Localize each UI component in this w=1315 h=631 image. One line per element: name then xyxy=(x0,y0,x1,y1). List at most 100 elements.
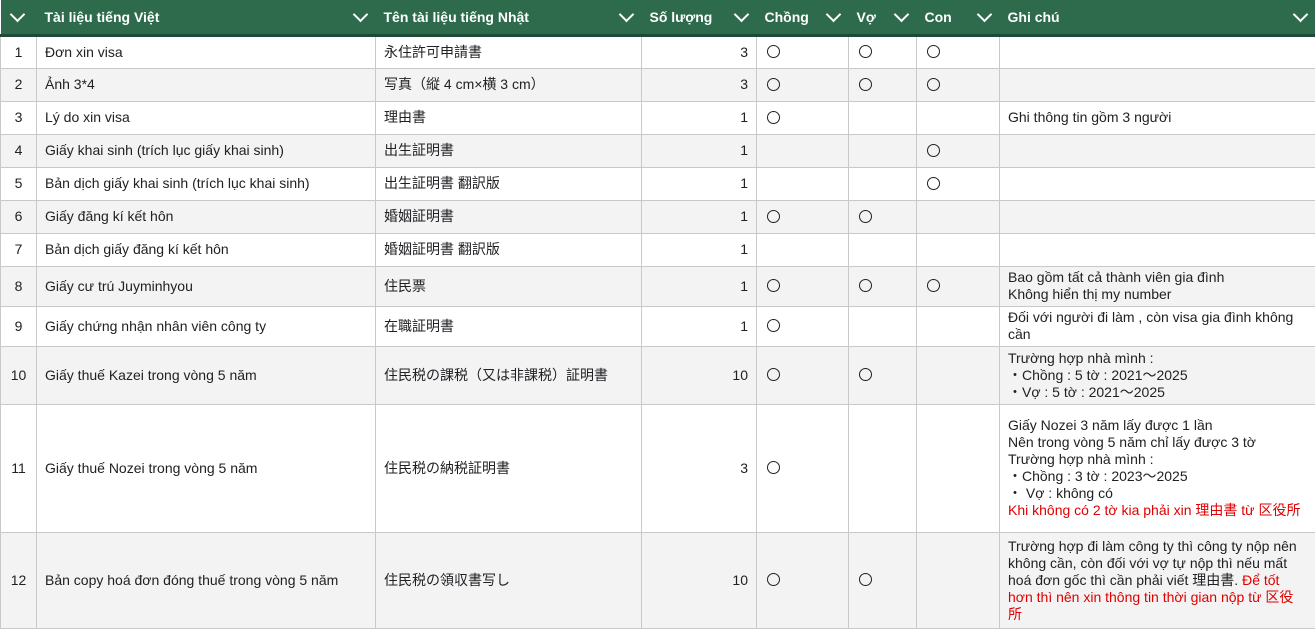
chevron-down-icon[interactable] xyxy=(733,6,749,23)
header-husband[interactable]: Chồng xyxy=(756,0,849,37)
jp-doc-cell[interactable]: 写真（縦 4 cm×横 3 cm） xyxy=(375,67,642,102)
husband-check-cell[interactable] xyxy=(756,232,849,267)
row-index-cell[interactable]: 2 xyxy=(0,67,37,102)
chevron-down-icon[interactable] xyxy=(618,6,634,23)
vn-doc-cell[interactable]: Ảnh 3*4 xyxy=(36,67,376,102)
jp-doc-cell[interactable]: 永住許可申請書 xyxy=(375,34,642,69)
child-check-cell[interactable] xyxy=(916,305,1000,347)
table-row[interactable]: 6 Giấy đăng kí kết hôn 婚姻証明書 1 xyxy=(0,199,1315,234)
quantity-cell[interactable]: 1 xyxy=(641,100,757,135)
table-row[interactable]: 7 Bản dịch giấy đăng kí kết hôn 婚姻証明書 翻訳版 1 xyxy=(0,232,1315,267)
wife-check-cell[interactable] xyxy=(848,345,917,405)
husband-check-cell[interactable] xyxy=(756,67,849,102)
vn-doc-cell[interactable]: Giấy thuế Kazei trong vòng 5 năm xyxy=(36,345,376,405)
wife-check-cell[interactable] xyxy=(848,305,917,347)
child-check-cell[interactable] xyxy=(916,232,1000,267)
child-check-cell[interactable] xyxy=(916,403,1000,533)
child-check-cell[interactable] xyxy=(916,166,1000,201)
jp-doc-cell[interactable]: 住民税の領収書写し xyxy=(375,531,642,629)
note-cell[interactable] xyxy=(999,133,1315,168)
row-index-cell[interactable]: 10 xyxy=(0,345,37,405)
husband-check-cell[interactable] xyxy=(756,345,849,405)
note-cell[interactable] xyxy=(999,34,1315,69)
vn-doc-cell[interactable]: Giấy thuế Nozei trong vòng 5 năm xyxy=(36,403,376,533)
table-row[interactable]: 1 Đơn xin visa 永住許可申請書 3 xyxy=(0,34,1315,69)
wife-check-cell[interactable] xyxy=(848,166,917,201)
quantity-cell[interactable]: 1 xyxy=(641,166,757,201)
quantity-cell[interactable]: 1 xyxy=(641,305,757,347)
vn-doc-cell[interactable]: Lý do xin visa xyxy=(36,100,376,135)
jp-doc-cell[interactable]: 在職証明書 xyxy=(375,305,642,347)
row-index-cell[interactable]: 11 xyxy=(0,403,37,533)
table-row[interactable]: 10 Giấy thuế Kazei trong vòng 5 năm 住民税の課税… xyxy=(0,345,1315,405)
chevron-down-icon[interactable] xyxy=(893,6,909,23)
husband-check-cell[interactable] xyxy=(756,133,849,168)
husband-check-cell[interactable] xyxy=(756,34,849,69)
row-index-cell[interactable]: 4 xyxy=(0,133,37,168)
jp-doc-cell[interactable]: 婚姻証明書 xyxy=(375,199,642,234)
row-index-cell[interactable]: 12 xyxy=(0,531,37,629)
table-row[interactable]: 3 Lý do xin visa 理由書 1 Ghi thông tin gồm 3 n… xyxy=(0,100,1315,135)
header-vn-doc[interactable]: Tài liệu tiếng Việt xyxy=(36,0,376,37)
vn-doc-cell[interactable]: Đơn xin visa xyxy=(36,34,376,69)
table-row[interactable]: 12 Bản copy hoá đơn đóng thuế trong vòng … xyxy=(0,531,1315,629)
row-index-cell[interactable]: 3 xyxy=(0,100,37,135)
wife-check-cell[interactable] xyxy=(848,67,917,102)
husband-check-cell[interactable] xyxy=(756,166,849,201)
quantity-cell[interactable]: 1 xyxy=(641,199,757,234)
husband-check-cell[interactable] xyxy=(756,100,849,135)
header-jp-doc[interactable]: Tên tài liệu tiếng Nhật xyxy=(375,0,642,37)
jp-doc-cell[interactable]: 出生証明書 xyxy=(375,133,642,168)
note-cell[interactable] xyxy=(999,166,1315,201)
row-index-cell[interactable]: 5 xyxy=(0,166,37,201)
row-index-cell[interactable]: 8 xyxy=(0,265,37,307)
wife-check-cell[interactable] xyxy=(848,531,917,629)
quantity-cell[interactable]: 1 xyxy=(641,265,757,307)
husband-check-cell[interactable] xyxy=(756,403,849,533)
quantity-cell[interactable]: 3 xyxy=(641,34,757,69)
note-cell[interactable] xyxy=(999,232,1315,267)
child-check-cell[interactable] xyxy=(916,133,1000,168)
row-index-cell[interactable]: 6 xyxy=(0,199,37,234)
chevron-down-icon[interactable] xyxy=(352,6,368,23)
husband-check-cell[interactable] xyxy=(756,531,849,629)
table-row[interactable]: 2 Ảnh 3*4 写真（縦 4 cm×横 3 cm） 3 xyxy=(0,67,1315,102)
header-quantity[interactable]: Số lượng xyxy=(641,0,757,37)
note-cell[interactable] xyxy=(999,67,1315,102)
note-cell[interactable] xyxy=(999,199,1315,234)
chevron-down-icon[interactable] xyxy=(9,6,26,23)
vn-doc-cell[interactable]: Bản dịch giấy đăng kí kết hôn xyxy=(36,232,376,267)
table-row[interactable]: 11 Giấy thuế Nozei trong vòng 5 năm 住民税の納税… xyxy=(0,403,1315,533)
note-cell[interactable]: Trường hợp nhà mình : ・Chồng : 5 tờ : 202… xyxy=(999,345,1315,405)
chevron-down-icon[interactable] xyxy=(825,6,841,23)
quantity-cell[interactable]: 1 xyxy=(641,232,757,267)
row-index-cell[interactable]: 9 xyxy=(0,305,37,347)
vn-doc-cell[interactable]: Giấy chứng nhận nhân viên công ty xyxy=(36,305,376,347)
child-check-cell[interactable] xyxy=(916,345,1000,405)
vn-doc-cell[interactable]: Giấy đăng kí kết hôn xyxy=(36,199,376,234)
header-wife[interactable]: Vợ xyxy=(848,0,917,37)
jp-doc-cell[interactable]: 出生証明書 翻訳版 xyxy=(375,166,642,201)
wife-check-cell[interactable] xyxy=(848,100,917,135)
child-check-cell[interactable] xyxy=(916,34,1000,69)
jp-doc-cell[interactable]: 住民税の納税証明書 xyxy=(375,403,642,533)
note-cell[interactable]: Giấy Nozei 3 năm lấy được 1 lần Nên trong… xyxy=(999,403,1315,533)
note-cell[interactable]: Đối với người đi làm , còn visa gia đình… xyxy=(999,305,1315,347)
wife-check-cell[interactable] xyxy=(848,232,917,267)
table-row[interactable]: 5 Bản dịch giấy khai sinh (trích lục khai… xyxy=(0,166,1315,201)
row-index-cell[interactable]: 7 xyxy=(0,232,37,267)
quantity-cell[interactable]: 3 xyxy=(641,403,757,533)
table-row[interactable]: 9 Giấy chứng nhận nhân viên công ty 在職証明書 1… xyxy=(0,305,1315,347)
chevron-down-icon[interactable] xyxy=(1292,6,1308,23)
quantity-cell[interactable]: 10 xyxy=(641,345,757,405)
table-row[interactable]: 8 Giấy cư trú Juyminhyou 住民票 1 Bao gồm tất c… xyxy=(0,265,1315,307)
note-cell[interactable]: Bao gồm tất cả thành viên gia đình Không … xyxy=(999,265,1315,307)
row-index-cell[interactable]: 1 xyxy=(0,34,37,69)
child-check-cell[interactable] xyxy=(916,531,1000,629)
vn-doc-cell[interactable]: Bản copy hoá đơn đóng thuế trong vòng 5 … xyxy=(36,531,376,629)
table-row[interactable]: 4 Giấy khai sinh (trích lục giấy khai sin… xyxy=(0,133,1315,168)
husband-check-cell[interactable] xyxy=(756,199,849,234)
quantity-cell[interactable]: 10 xyxy=(641,531,757,629)
header-note[interactable]: Ghi chú xyxy=(999,0,1315,37)
note-cell[interactable]: Ghi thông tin gồm 3 người xyxy=(999,100,1315,135)
